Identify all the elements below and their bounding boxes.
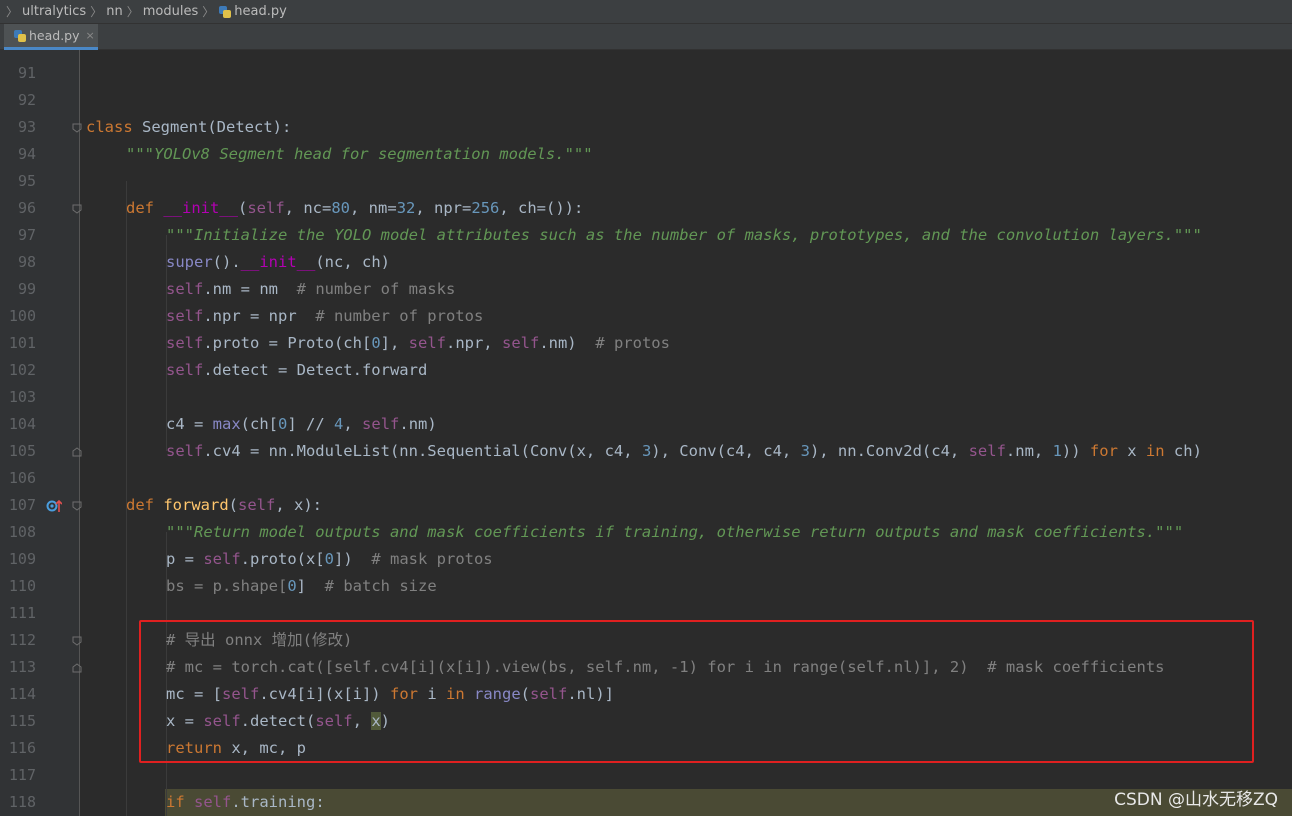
close-icon[interactable]: × (86, 29, 95, 42)
code-line: self.proto = Proto(ch[0], self.npr, self… (166, 334, 670, 352)
line-number: 100 (8, 307, 36, 325)
code-line: class Segment(Detect): (86, 118, 292, 136)
chevron-right-icon: 〉 (126, 5, 139, 19)
code-line: self.nm = nm # number of masks (166, 280, 456, 298)
breadcrumb-file-label: head.py (234, 4, 287, 19)
code-line: """YOLOv8 Segment head for segmentation … (126, 145, 593, 163)
override-method-icon[interactable] (46, 498, 63, 514)
line-number: 97 (17, 226, 36, 244)
annotation-highlight-box (139, 620, 1254, 763)
watermark: CSDN @山水无移ZQ (1114, 790, 1278, 810)
line-number: 94 (17, 145, 36, 163)
code-line: c4 = max(ch[0] // 4, self.nm) (166, 415, 437, 433)
code-line: self.cv4 = nn.ModuleList(nn.Sequential(C… (166, 442, 1202, 460)
editor-tab-bar: head.py × (0, 24, 1292, 50)
line-number: 105 (8, 442, 36, 460)
tab-label: head.py (29, 28, 80, 43)
code-line: def __init__(self, nc=80, nm=32, npr=256… (126, 199, 584, 217)
code-line: if self.training: (166, 793, 325, 811)
tab-head-py[interactable]: head.py × (4, 24, 98, 50)
line-number: 116 (8, 739, 36, 757)
python-file-icon (13, 29, 27, 43)
line-number: 102 (8, 361, 36, 379)
code-line: def forward(self, x): (126, 496, 323, 514)
line-number-gutter[interactable]: 91 92 93 94 95 96 97 98 99 100 101 102 1… (0, 50, 82, 816)
line-number: 103 (8, 388, 36, 406)
breadcrumb-item-ultralytics[interactable]: ultralytics (22, 4, 86, 19)
breadcrumb: 〉 ultralytics 〉 nn 〉 modules 〉 head.py (0, 0, 1292, 24)
code-line: self.npr = npr # number of protos (166, 307, 484, 325)
line-number: 113 (8, 658, 36, 676)
line-number: 110 (8, 577, 36, 595)
code-line: self.detect = Detect.forward (166, 361, 428, 379)
line-number: 109 (8, 550, 36, 568)
breadcrumb-item-nn[interactable]: nn (106, 4, 122, 19)
chevron-right-icon: 〉 (202, 5, 215, 19)
chevron-right-icon: 〉 (90, 5, 103, 19)
line-number: 93 (17, 118, 36, 136)
code-line: """Initialize the YOLO model attributes … (166, 226, 1202, 244)
line-number: 99 (17, 280, 36, 298)
line-number: 114 (8, 685, 36, 703)
line-number: 117 (8, 766, 36, 784)
line-number: 111 (8, 604, 36, 622)
chevron-right-icon: 〉 (6, 5, 19, 19)
line-number: 92 (17, 91, 36, 109)
line-number: 95 (17, 172, 36, 190)
line-number: 106 (8, 469, 36, 487)
line-number: 112 (8, 631, 36, 649)
line-number: 108 (8, 523, 36, 541)
line-number: 101 (8, 334, 36, 352)
line-number: 118 (8, 793, 36, 811)
line-number: 91 (17, 64, 36, 82)
code-line: p = self.proto(x[0]) # mask protos (166, 550, 493, 568)
breadcrumb-item-file[interactable]: head.py (218, 4, 287, 19)
python-file-icon (218, 5, 232, 19)
line-number: 96 (17, 199, 36, 217)
line-number: 115 (8, 712, 36, 730)
code-line: bs = p.shape[0] # batch size (166, 577, 437, 595)
code-line: super().__init__(nc, ch) (166, 253, 390, 271)
breadcrumb-item-modules[interactable]: modules (143, 4, 199, 19)
line-number: 98 (17, 253, 36, 271)
line-number: 104 (8, 415, 36, 433)
line-number: 107 (8, 496, 36, 514)
code-line: """Return model outputs and mask coeffic… (166, 523, 1184, 541)
